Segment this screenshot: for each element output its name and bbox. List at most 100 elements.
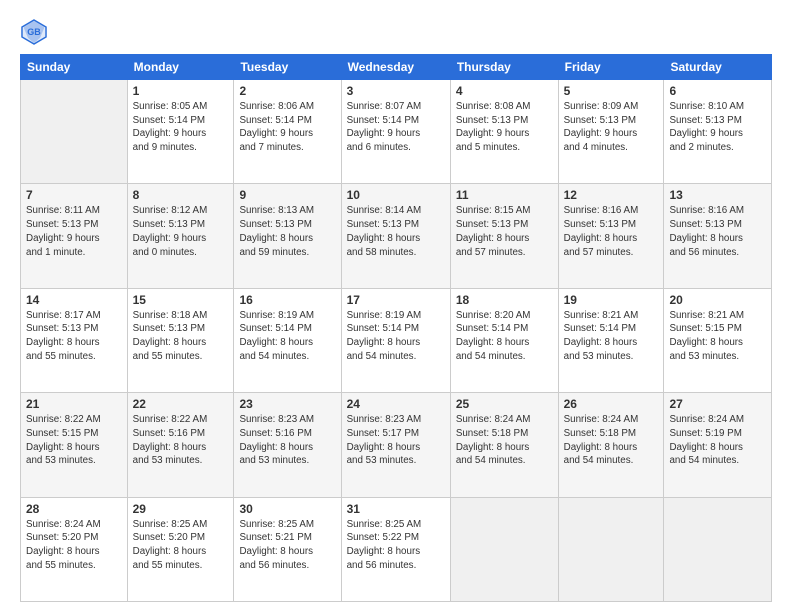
day-info: Sunrise: 8:16 AM Sunset: 5:13 PM Dayligh… [564, 204, 659, 259]
col-header-friday: Friday [558, 55, 664, 80]
day-info: Sunrise: 8:23 AM Sunset: 5:16 PM Dayligh… [239, 413, 335, 468]
day-cell: 4 Sunrise: 8:08 AM Sunset: 5:13 PM Daylig… [450, 80, 558, 184]
day-number: 8 [133, 188, 229, 202]
day-info: Sunrise: 8:22 AM Sunset: 5:15 PM Dayligh… [26, 413, 122, 468]
day-cell: 5 Sunrise: 8:09 AM Sunset: 5:13 PM Daylig… [558, 80, 664, 184]
day-cell [450, 497, 558, 601]
day-number: 20 [669, 293, 766, 307]
day-number: 2 [239, 84, 335, 98]
day-info: Sunrise: 8:14 AM Sunset: 5:13 PM Dayligh… [347, 204, 445, 259]
day-number: 6 [669, 84, 766, 98]
day-number: 23 [239, 397, 335, 411]
day-number: 24 [347, 397, 445, 411]
page: GB SundayMondayTuesdayWednesdayThursdayF… [0, 0, 792, 612]
day-number: 22 [133, 397, 229, 411]
day-info: Sunrise: 8:20 AM Sunset: 5:14 PM Dayligh… [456, 309, 553, 364]
day-cell [664, 497, 772, 601]
svg-text:GB: GB [27, 27, 41, 37]
week-row-2: 7 Sunrise: 8:11 AM Sunset: 5:13 PM Daylig… [21, 184, 772, 288]
day-cell: 18 Sunrise: 8:20 AM Sunset: 5:14 PM Dayli… [450, 288, 558, 392]
day-info: Sunrise: 8:24 AM Sunset: 5:19 PM Dayligh… [669, 413, 766, 468]
day-number: 5 [564, 84, 659, 98]
logo-icon: GB [20, 18, 48, 46]
day-number: 10 [347, 188, 445, 202]
calendar-table: SundayMondayTuesdayWednesdayThursdayFrid… [20, 54, 772, 602]
day-info: Sunrise: 8:09 AM Sunset: 5:13 PM Dayligh… [564, 100, 659, 155]
day-info: Sunrise: 8:22 AM Sunset: 5:16 PM Dayligh… [133, 413, 229, 468]
day-number: 15 [133, 293, 229, 307]
day-info: Sunrise: 8:18 AM Sunset: 5:13 PM Dayligh… [133, 309, 229, 364]
day-number: 29 [133, 502, 229, 516]
day-cell: 23 Sunrise: 8:23 AM Sunset: 5:16 PM Dayli… [234, 393, 341, 497]
day-cell: 15 Sunrise: 8:18 AM Sunset: 5:13 PM Dayli… [127, 288, 234, 392]
day-info: Sunrise: 8:24 AM Sunset: 5:20 PM Dayligh… [26, 518, 122, 573]
day-cell: 17 Sunrise: 8:19 AM Sunset: 5:14 PM Dayli… [341, 288, 450, 392]
day-info: Sunrise: 8:19 AM Sunset: 5:14 PM Dayligh… [347, 309, 445, 364]
day-info: Sunrise: 8:07 AM Sunset: 5:14 PM Dayligh… [347, 100, 445, 155]
col-header-sunday: Sunday [21, 55, 128, 80]
day-info: Sunrise: 8:11 AM Sunset: 5:13 PM Dayligh… [26, 204, 122, 259]
day-cell [558, 497, 664, 601]
day-info: Sunrise: 8:15 AM Sunset: 5:13 PM Dayligh… [456, 204, 553, 259]
day-info: Sunrise: 8:25 AM Sunset: 5:20 PM Dayligh… [133, 518, 229, 573]
day-info: Sunrise: 8:12 AM Sunset: 5:13 PM Dayligh… [133, 204, 229, 259]
day-number: 21 [26, 397, 122, 411]
day-cell: 9Sunrise: 8:13 AM Sunset: 5:13 PM Daylig… [234, 184, 341, 288]
day-number: 14 [26, 293, 122, 307]
day-number: 26 [564, 397, 659, 411]
day-info: Sunrise: 8:21 AM Sunset: 5:14 PM Dayligh… [564, 309, 659, 364]
day-info: Sunrise: 8:24 AM Sunset: 5:18 PM Dayligh… [564, 413, 659, 468]
day-cell: 22 Sunrise: 8:22 AM Sunset: 5:16 PM Dayli… [127, 393, 234, 497]
col-header-monday: Monday [127, 55, 234, 80]
header: GB [20, 18, 772, 46]
day-number: 17 [347, 293, 445, 307]
day-info: Sunrise: 8:08 AM Sunset: 5:13 PM Dayligh… [456, 100, 553, 155]
header-row: SundayMondayTuesdayWednesdayThursdayFrid… [21, 55, 772, 80]
day-cell: 8 Sunrise: 8:12 AM Sunset: 5:13 PM Daylig… [127, 184, 234, 288]
day-cell: 29 Sunrise: 8:25 AM Sunset: 5:20 PM Dayli… [127, 497, 234, 601]
week-row-1: 1Sunrise: 8:05 AM Sunset: 5:14 PM Daylig… [21, 80, 772, 184]
day-number: 7 [26, 188, 122, 202]
col-header-tuesday: Tuesday [234, 55, 341, 80]
day-cell: 1Sunrise: 8:05 AM Sunset: 5:14 PM Daylig… [127, 80, 234, 184]
day-cell: 10 Sunrise: 8:14 AM Sunset: 5:13 PM Dayli… [341, 184, 450, 288]
day-number: 13 [669, 188, 766, 202]
day-number: 18 [456, 293, 553, 307]
day-info: Sunrise: 8:13 AM Sunset: 5:13 PM Dayligh… [239, 204, 335, 259]
day-cell: 28 Sunrise: 8:24 AM Sunset: 5:20 PM Dayli… [21, 497, 128, 601]
day-number: 31 [347, 502, 445, 516]
day-cell: 2 Sunrise: 8:06 AM Sunset: 5:14 PM Daylig… [234, 80, 341, 184]
day-number: 4 [456, 84, 553, 98]
day-cell: 27 Sunrise: 8:24 AM Sunset: 5:19 PM Dayli… [664, 393, 772, 497]
day-cell: 11 Sunrise: 8:15 AM Sunset: 5:13 PM Dayli… [450, 184, 558, 288]
day-info: Sunrise: 8:06 AM Sunset: 5:14 PM Dayligh… [239, 100, 335, 155]
day-cell: 3 Sunrise: 8:07 AM Sunset: 5:14 PM Daylig… [341, 80, 450, 184]
day-cell: 19 Sunrise: 8:21 AM Sunset: 5:14 PM Dayli… [558, 288, 664, 392]
day-cell: 21 Sunrise: 8:22 AM Sunset: 5:15 PM Dayli… [21, 393, 128, 497]
week-row-5: 28 Sunrise: 8:24 AM Sunset: 5:20 PM Dayli… [21, 497, 772, 601]
day-info: Sunrise: 8:25 AM Sunset: 5:22 PM Dayligh… [347, 518, 445, 573]
col-header-saturday: Saturday [664, 55, 772, 80]
day-number: 11 [456, 188, 553, 202]
week-row-3: 14 Sunrise: 8:17 AM Sunset: 5:13 PM Dayli… [21, 288, 772, 392]
day-cell: 31 Sunrise: 8:25 AM Sunset: 5:22 PM Dayli… [341, 497, 450, 601]
day-number: 3 [347, 84, 445, 98]
day-info: Sunrise: 8:05 AM Sunset: 5:14 PM Dayligh… [133, 100, 229, 155]
day-number: 25 [456, 397, 553, 411]
day-cell: 16Sunrise: 8:19 AM Sunset: 5:14 PM Dayli… [234, 288, 341, 392]
day-number: 30 [239, 502, 335, 516]
day-cell: 6 Sunrise: 8:10 AM Sunset: 5:13 PM Daylig… [664, 80, 772, 184]
week-row-4: 21 Sunrise: 8:22 AM Sunset: 5:15 PM Dayli… [21, 393, 772, 497]
day-info: Sunrise: 8:21 AM Sunset: 5:15 PM Dayligh… [669, 309, 766, 364]
day-cell: 26 Sunrise: 8:24 AM Sunset: 5:18 PM Dayli… [558, 393, 664, 497]
day-cell: 30Sunrise: 8:25 AM Sunset: 5:21 PM Dayli… [234, 497, 341, 601]
day-number: 12 [564, 188, 659, 202]
day-info: Sunrise: 8:17 AM Sunset: 5:13 PM Dayligh… [26, 309, 122, 364]
day-cell: 13Sunrise: 8:16 AM Sunset: 5:13 PM Dayli… [664, 184, 772, 288]
day-cell: 20 Sunrise: 8:21 AM Sunset: 5:15 PM Dayli… [664, 288, 772, 392]
day-number: 19 [564, 293, 659, 307]
day-number: 27 [669, 397, 766, 411]
day-info: Sunrise: 8:10 AM Sunset: 5:13 PM Dayligh… [669, 100, 766, 155]
day-cell: 7 Sunrise: 8:11 AM Sunset: 5:13 PM Daylig… [21, 184, 128, 288]
day-number: 28 [26, 502, 122, 516]
